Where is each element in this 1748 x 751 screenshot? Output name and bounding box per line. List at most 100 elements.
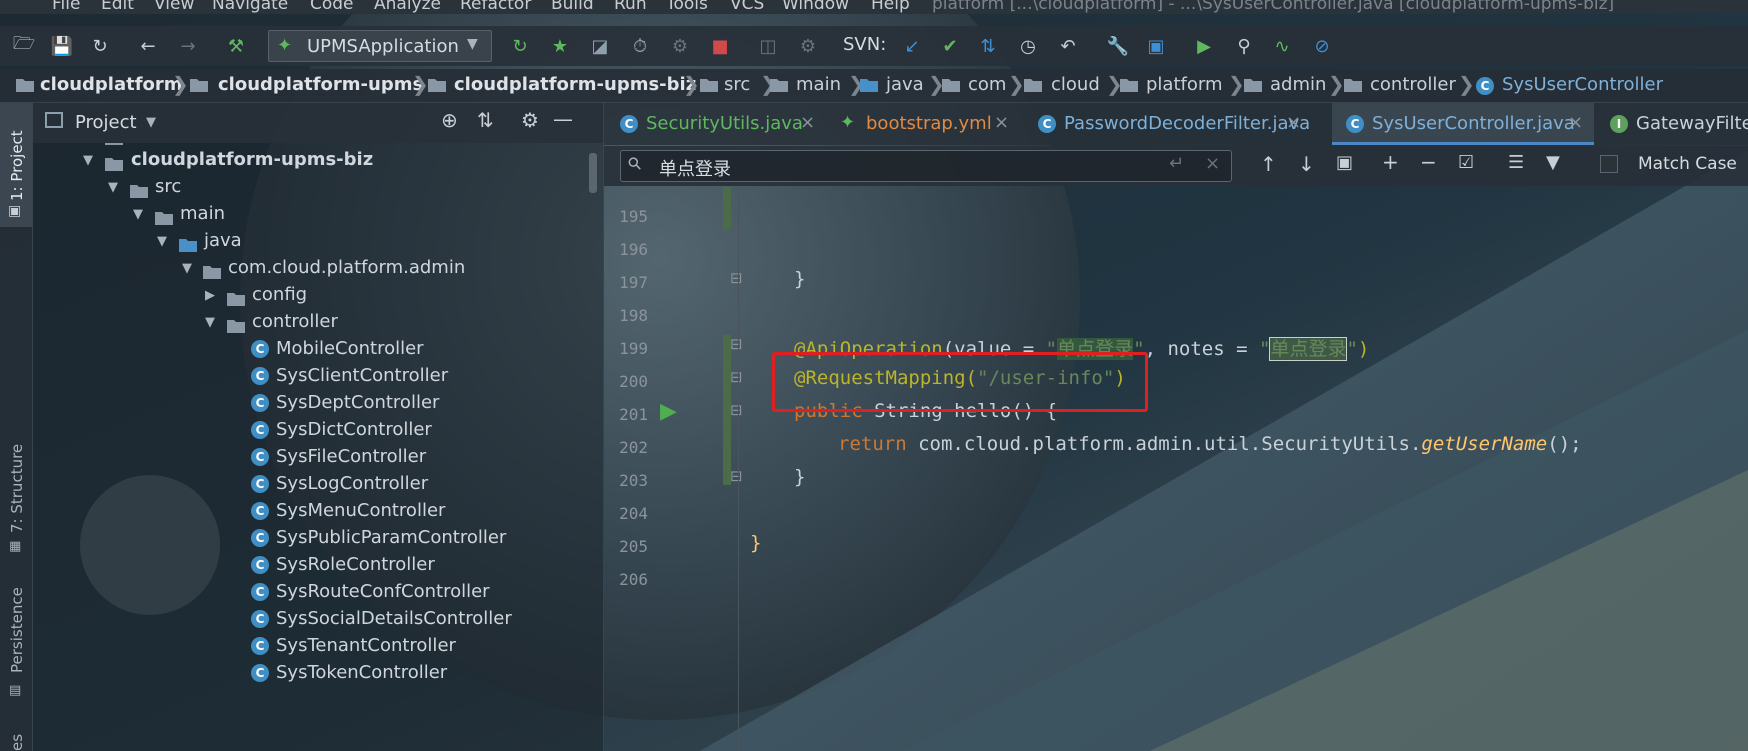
forward-arrow-icon[interactable]: → bbox=[176, 34, 200, 58]
tree-item-class[interactable]: SysFileController bbox=[276, 446, 426, 467]
monitor-icon[interactable]: ∿ bbox=[1270, 34, 1294, 58]
save-icon[interactable]: 💾 bbox=[50, 34, 74, 58]
run-configuration-select[interactable]: ✦ UPMSApplication ▼ bbox=[268, 30, 492, 62]
select-all-occurrences-icon[interactable]: ▣ bbox=[1336, 152, 1353, 173]
breadcrumb-item[interactable]: cloudplatform-upms bbox=[218, 74, 423, 95]
breadcrumb-item[interactable]: cloudplatform bbox=[40, 74, 183, 95]
match-case-checkbox[interactable] bbox=[1600, 155, 1618, 173]
settings-gear-icon[interactable]: ⚙ bbox=[521, 108, 539, 132]
menu-analyze[interactable]: Analyze bbox=[374, 0, 441, 14]
svn-update-icon[interactable]: ↙ bbox=[900, 34, 924, 58]
tree-collapse-arrow-icon[interactable]: ▼ bbox=[133, 207, 143, 222]
breadcrumb-item[interactable]: src bbox=[724, 74, 750, 95]
tab-gatewayfilter[interactable]: I GatewayFilter bbox=[1602, 103, 1748, 145]
tree-scrollbar-thumb[interactable] bbox=[589, 153, 597, 193]
hide-minimize-icon[interactable]: — bbox=[553, 107, 573, 131]
search-input[interactable]: ⚲ 单点登录 ↵ × bbox=[620, 150, 1232, 182]
wrench-icon[interactable]: 🔧 bbox=[1106, 34, 1130, 58]
stop-icon[interactable]: ■ bbox=[708, 34, 732, 58]
tree-item-package[interactable]: config bbox=[252, 284, 307, 305]
tree-item-package[interactable]: com.cloud.platform.admin bbox=[228, 257, 465, 278]
tree-collapse-arrow-icon[interactable]: ▼ bbox=[108, 180, 118, 195]
menu-tools[interactable]: Tools bbox=[666, 0, 708, 14]
tree-item-class[interactable]: SysRouteConfController bbox=[276, 581, 490, 602]
tool-tab-project[interactable]: 1: Project bbox=[8, 130, 26, 201]
open-folder-icon[interactable]: 🗁 bbox=[12, 33, 36, 58]
tree-item-class[interactable]: SysDictController bbox=[276, 419, 432, 440]
tab-securityutils[interactable]: C SecurityUtils.java × bbox=[604, 103, 815, 145]
tree-item-class[interactable]: SysTokenController bbox=[276, 662, 447, 683]
search-icon[interactable]: ⚲ bbox=[1232, 34, 1256, 58]
fold-marker-icon[interactable]: ⊟ bbox=[730, 401, 743, 419]
locate-target-icon[interactable]: ⊕ bbox=[441, 108, 458, 132]
project-view-title[interactable]: Project bbox=[75, 112, 137, 133]
tree-item-class[interactable]: SysMenuController bbox=[276, 500, 445, 521]
tab-bootstrap-yml[interactable]: ✦ bootstrap.yml × bbox=[834, 103, 1024, 145]
menu-help[interactable]: Help bbox=[871, 0, 910, 14]
collapse-all-icon[interactable]: ⇅ bbox=[477, 108, 494, 132]
tree-item-class[interactable]: SysLogController bbox=[276, 473, 428, 494]
fold-marker-icon[interactable]: ⊟ bbox=[730, 269, 743, 287]
menu-view[interactable]: View bbox=[154, 0, 194, 14]
tree-collapse-arrow-icon[interactable]: ▼ bbox=[182, 261, 192, 276]
coverage-icon[interactable]: ◪ bbox=[588, 34, 612, 58]
debug-bug-icon[interactable]: ★ bbox=[548, 34, 572, 58]
fold-marker-icon[interactable]: ⊟ bbox=[730, 368, 743, 386]
disable-icon[interactable]: ⊘ bbox=[1310, 34, 1334, 58]
tree-collapse-arrow-icon[interactable]: ▼ bbox=[157, 234, 167, 249]
fold-marker-icon[interactable]: ⊟ bbox=[730, 335, 743, 353]
deploy-icon[interactable]: ◫ bbox=[756, 34, 780, 58]
tree-item-class[interactable]: SysPublicParamController bbox=[276, 527, 506, 548]
project-structure-icon[interactable]: ▣ bbox=[1144, 34, 1168, 58]
tool-tab-favorites[interactable]: es bbox=[8, 734, 26, 751]
tree-expand-arrow-icon[interactable]: ▶ bbox=[205, 288, 215, 303]
breadcrumb-item[interactable]: java bbox=[886, 74, 924, 95]
add-occurrence-icon[interactable]: + bbox=[1382, 150, 1399, 174]
breadcrumb-item[interactable]: admin bbox=[1270, 74, 1326, 95]
fold-marker-icon[interactable]: ⊟ bbox=[730, 467, 743, 485]
breadcrumb-item[interactable]: controller bbox=[1370, 74, 1456, 95]
tab-passworddecoderfilter[interactable]: C PasswordDecoderFilter.java × bbox=[1024, 103, 1310, 145]
tool-tab-structure[interactable]: 7: Structure bbox=[8, 444, 26, 533]
tree-item-class[interactable]: SysClientController bbox=[276, 365, 448, 386]
run-gutter-icon[interactable]: ▶ bbox=[660, 399, 677, 424]
attach-icon[interactable]: ⚙ bbox=[668, 34, 692, 58]
svn-history-clock-icon[interactable]: ◷ bbox=[1016, 34, 1040, 58]
tree-item-class[interactable]: SysDeptController bbox=[276, 392, 439, 413]
tree-collapse-arrow-icon[interactable]: ▼ bbox=[205, 315, 215, 330]
tree-item-module[interactable]: cloudplatform-upms-api bbox=[131, 143, 375, 144]
tree-item-module[interactable]: cloudplatform-upms-biz bbox=[131, 149, 373, 170]
close-icon[interactable]: × bbox=[1568, 112, 1583, 133]
menu-window[interactable]: Window bbox=[782, 0, 849, 14]
select-all-checkbox-icon[interactable]: ☑ bbox=[1458, 152, 1474, 173]
breadcrumb-item[interactable]: main bbox=[796, 74, 841, 95]
previous-occurrence-arrow-icon[interactable]: ↑ bbox=[1260, 152, 1277, 176]
menu-file[interactable]: File bbox=[52, 0, 80, 14]
rerun-icon[interactable]: ↻ bbox=[508, 34, 532, 58]
menu-refactor[interactable]: Refactor bbox=[460, 0, 531, 14]
settings-gear-icon[interactable]: ⚙ bbox=[796, 34, 820, 58]
tree-item-class[interactable]: SysRoleController bbox=[276, 554, 435, 575]
tree-item-class[interactable]: SysSocialDetailsController bbox=[276, 608, 512, 629]
close-icon[interactable]: × bbox=[994, 112, 1009, 133]
next-occurrence-arrow-icon[interactable]: ↓ bbox=[1298, 152, 1315, 176]
svn-revert-icon[interactable]: ↶ bbox=[1056, 34, 1080, 58]
profile-icon[interactable]: ⏱ bbox=[628, 34, 652, 58]
svn-compare-icon[interactable]: ⇅ bbox=[976, 34, 1000, 58]
tool-tab-persistence[interactable]: Persistence bbox=[8, 587, 26, 673]
tree-item-folder[interactable]: src bbox=[155, 176, 181, 197]
close-icon[interactable]: × bbox=[1286, 112, 1301, 133]
tab-sysusercontroller-active[interactable]: C SysUserController.java × bbox=[1332, 103, 1594, 145]
breadcrumb-item[interactable]: cloud bbox=[1051, 74, 1100, 95]
search-icon[interactable]: ⚲ bbox=[624, 153, 647, 176]
newline-icon[interactable]: ↵ bbox=[1169, 153, 1184, 174]
tree-collapse-arrow-icon[interactable]: ▼ bbox=[83, 153, 93, 168]
menu-vcs[interactable]: VCS bbox=[730, 0, 764, 14]
sync-icon[interactable]: ↻ bbox=[88, 34, 112, 58]
tree-item-folder[interactable]: java bbox=[204, 230, 242, 251]
filter-funnel-icon[interactable]: ▼ bbox=[1546, 152, 1560, 173]
tree-item-class[interactable]: SysTenantController bbox=[276, 635, 456, 656]
menu-build[interactable]: Build bbox=[551, 0, 594, 14]
menu-edit[interactable]: Edit bbox=[101, 0, 134, 14]
svn-commit-check-icon[interactable]: ✔ bbox=[938, 34, 962, 58]
